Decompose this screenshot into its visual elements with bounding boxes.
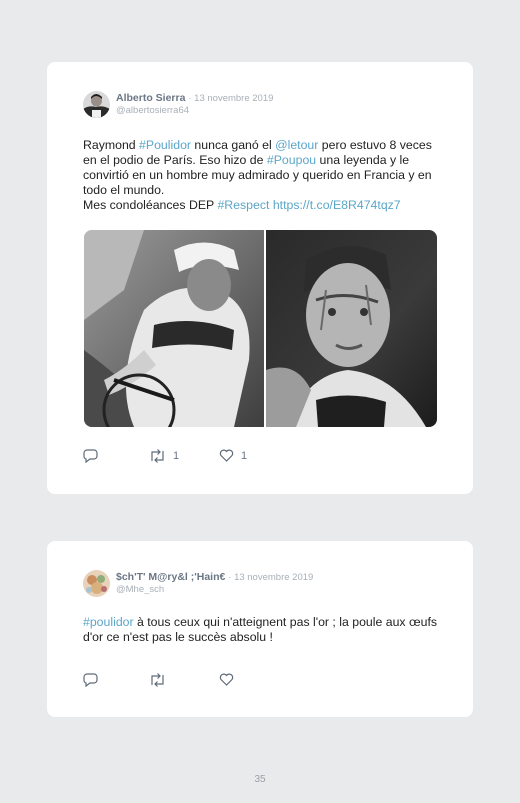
author-handle[interactable]: @Mhe_sch (116, 584, 164, 595)
tweet-link[interactable]: #Respect (217, 198, 269, 212)
author-name[interactable]: Alberto Sierra (116, 92, 185, 104)
like-button[interactable]: 1 (219, 449, 247, 462)
retweet-button[interactable] (149, 673, 173, 687)
cyclist-photo-left (84, 230, 264, 427)
tweet-paragraph: Raymond #Poulidor nunca ganó el @letour … (83, 138, 445, 198)
reply-icon (83, 673, 98, 687)
retweet-icon (151, 673, 164, 687)
tweet-media[interactable] (84, 230, 437, 427)
tweet-text-segment: Raymond (83, 138, 140, 152)
page-number: 35 (254, 774, 266, 785)
tweet-text: Raymond #Poulidor nunca ganó el @letour … (83, 138, 445, 213)
author-line: Alberto Sierra · 13 novembre 2019 (116, 92, 273, 104)
tweet-text-segment: Mes condoléances DEP (83, 198, 218, 212)
author-line: $ch'T' M@ry&l ;'Hain€ · 13 novembre 2019 (116, 571, 313, 583)
tweet-text-segment: à tous ceux qui n'atteignent pas l'or ; … (83, 615, 438, 644)
retweet-count: 1 (173, 450, 180, 462)
tweet-paragraph: #poulidor à tous ceux qui n'atteignent p… (83, 615, 445, 645)
tweet-text-segment: nunca ganó el (191, 138, 276, 152)
reply-button[interactable] (83, 673, 98, 687)
heart-icon (219, 449, 234, 462)
cyclist-photo-right (266, 230, 437, 427)
tweet-date[interactable]: · 13 novembre 2019 (188, 93, 273, 104)
tweet-text: #poulidor à tous ceux qui n'atteignent p… (83, 615, 445, 645)
heart-icon (219, 673, 234, 686)
tweet-link[interactable]: @letour (275, 138, 318, 152)
avatar[interactable] (83, 570, 110, 597)
avatar[interactable] (83, 91, 110, 118)
tweet-link[interactable]: #Poulidor (139, 138, 191, 152)
tweet-card: $ch'T' M@ry&l ;'Hain€ · 13 novembre 2019… (47, 541, 473, 717)
tweet-paragraph: Mes condoléances DEP #Respect https://t.… (83, 198, 445, 213)
tweet-link[interactable]: https://t.co/E8R474tqz7 (273, 198, 401, 212)
author-handle[interactable]: @albertosierra64 (116, 105, 189, 116)
tweet-link[interactable]: #poulidor (83, 615, 134, 629)
tweet-card: Alberto Sierra · 13 novembre 2019 @alber… (47, 62, 473, 494)
like-count: 1 (241, 449, 248, 462)
tweet-date[interactable]: · 13 novembre 2019 (228, 572, 313, 583)
reply-icon (83, 449, 98, 463)
retweet-button[interactable]: 1 (149, 449, 179, 463)
retweet-icon (151, 449, 164, 463)
author-name[interactable]: $ch'T' M@ry&l ;'Hain€ (116, 571, 225, 583)
like-button[interactable] (219, 673, 241, 686)
reply-button[interactable] (83, 449, 98, 463)
tweet-link[interactable]: #Poupou (267, 153, 316, 167)
